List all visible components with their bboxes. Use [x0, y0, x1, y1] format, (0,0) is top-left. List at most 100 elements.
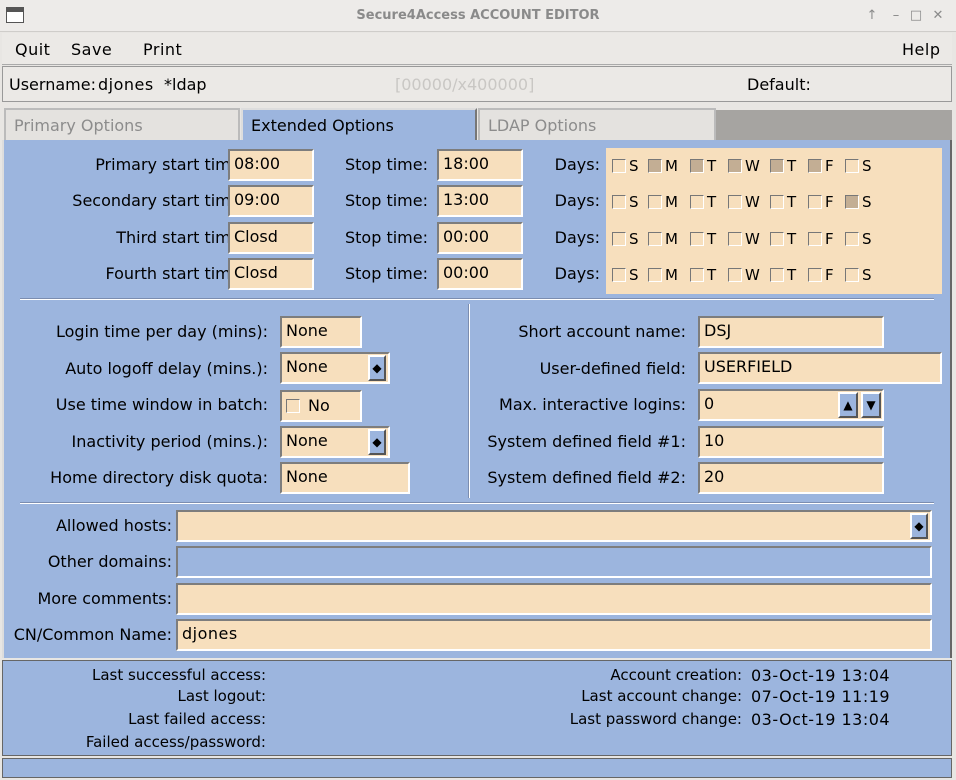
day-checkbox[interactable] [648, 195, 662, 209]
day-checkbox[interactable] [690, 232, 704, 246]
login-time-label: Login time per day (mins): [55, 322, 268, 341]
day-letter: F [825, 193, 834, 211]
start-time-field[interactable]: Closd [228, 258, 314, 290]
day-toggle[interactable]: S [845, 266, 872, 284]
day-checkbox[interactable] [612, 232, 626, 246]
day-toggle[interactable]: S [845, 193, 872, 211]
day-toggle[interactable]: W [728, 230, 760, 248]
day-toggle[interactable]: T [690, 266, 716, 284]
day-toggle[interactable]: S [612, 266, 639, 284]
day-toggle[interactable]: S [845, 230, 872, 248]
day-toggle[interactable]: T [770, 193, 796, 211]
day-letter: S [862, 230, 872, 248]
day-checkbox[interactable] [690, 159, 704, 173]
time-window-toggle[interactable]: No [280, 390, 362, 422]
day-checkbox[interactable] [770, 268, 784, 282]
tab-primary-options[interactable]: Primary Options [4, 108, 240, 140]
day-checkbox[interactable] [845, 195, 859, 209]
quota-field[interactable]: None [280, 462, 410, 494]
day-toggle[interactable]: F [808, 230, 834, 248]
day-checkbox[interactable] [648, 268, 662, 282]
day-toggle[interactable]: M [648, 230, 678, 248]
cn-field[interactable]: djones [176, 619, 932, 651]
tab-ldap-options[interactable]: LDAP Options [478, 108, 716, 140]
day-checkbox[interactable] [648, 159, 662, 173]
sys2-field[interactable]: 20 [698, 462, 884, 494]
day-toggle[interactable]: T [770, 157, 796, 175]
close-icon[interactable]: ✕ [928, 6, 948, 26]
day-checkbox[interactable] [648, 232, 662, 246]
day-toggle[interactable]: S [612, 193, 639, 211]
allowed-hosts-field[interactable] [176, 510, 932, 542]
day-checkbox[interactable] [845, 268, 859, 282]
start-time-field[interactable]: 08:00 [228, 149, 314, 181]
day-toggle[interactable]: T [770, 266, 796, 284]
day-toggle[interactable]: F [808, 157, 834, 175]
menu-help[interactable]: Help [902, 40, 940, 59]
day-toggle[interactable]: W [728, 193, 760, 211]
day-toggle[interactable]: W [728, 266, 760, 284]
day-checkbox[interactable] [612, 268, 626, 282]
day-checkbox[interactable] [612, 159, 626, 173]
minimize-icon[interactable]: – [886, 6, 906, 26]
day-toggle[interactable]: M [648, 157, 678, 175]
day-toggle[interactable]: T [690, 193, 716, 211]
day-checkbox[interactable] [770, 195, 784, 209]
day-checkbox[interactable] [808, 232, 822, 246]
user-defined-field[interactable]: USERFIELD [698, 352, 942, 384]
user-field-label: User-defined field: [539, 359, 686, 378]
username-row: Username: djones *ldap [00000/x400000] D… [2, 66, 952, 102]
stop-time-field[interactable]: 00:00 [437, 258, 523, 290]
day-letter: W [745, 266, 760, 284]
stop-time-field[interactable]: 13:00 [437, 185, 523, 217]
day-checkbox[interactable] [808, 268, 822, 282]
day-checkbox[interactable] [612, 195, 626, 209]
comments-field[interactable] [176, 583, 932, 615]
day-toggle[interactable]: S [612, 230, 639, 248]
time-window-checkbox[interactable] [286, 399, 300, 413]
day-checkbox[interactable] [728, 195, 742, 209]
menu-print[interactable]: Print [143, 40, 182, 59]
day-checkbox[interactable] [728, 268, 742, 282]
day-checkbox[interactable] [808, 195, 822, 209]
short-name-field[interactable]: DSJ [698, 316, 884, 348]
day-checkbox[interactable] [770, 159, 784, 173]
menu-save[interactable]: Save [71, 40, 112, 59]
day-checkbox[interactable] [770, 232, 784, 246]
last-logout-label: Last logout: [177, 687, 267, 705]
day-checkbox[interactable] [690, 195, 704, 209]
sys1-field[interactable]: 10 [698, 426, 884, 458]
day-toggle[interactable]: W [728, 157, 760, 175]
day-toggle[interactable]: S [845, 157, 872, 175]
other-domains-field[interactable] [176, 546, 932, 578]
start-time-field[interactable]: 09:00 [228, 185, 314, 217]
day-toggle[interactable]: F [808, 266, 834, 284]
day-toggle[interactable]: M [648, 266, 678, 284]
maximize-icon[interactable]: □ [906, 6, 926, 26]
day-toggle[interactable]: T [690, 157, 716, 175]
keep-above-icon[interactable]: ↑ [862, 6, 882, 26]
auto-logoff-spin-icon[interactable]: ◆ [368, 355, 386, 381]
day-toggle[interactable]: M [648, 193, 678, 211]
day-checkbox[interactable] [728, 232, 742, 246]
menu-quit[interactable]: Quit [15, 40, 50, 59]
stop-time-label: Stop time: [345, 264, 428, 283]
day-checkbox[interactable] [808, 159, 822, 173]
day-checkbox[interactable] [690, 268, 704, 282]
start-time-field[interactable]: Closd [228, 222, 314, 254]
increment-icon[interactable]: ▲ [838, 392, 858, 418]
day-toggle[interactable]: S [612, 157, 639, 175]
tab-extended-options[interactable]: Extended Options [241, 108, 477, 140]
inactivity-spin-icon[interactable]: ◆ [368, 429, 386, 455]
day-checkbox[interactable] [728, 159, 742, 173]
day-toggle[interactable]: F [808, 193, 834, 211]
stop-time-field[interactable]: 00:00 [437, 222, 523, 254]
day-toggle[interactable]: T [690, 230, 716, 248]
login-time-field[interactable]: None [280, 316, 362, 348]
day-toggle[interactable]: T [770, 230, 796, 248]
day-checkbox[interactable] [845, 232, 859, 246]
day-checkbox[interactable] [845, 159, 859, 173]
decrement-icon[interactable]: ▼ [861, 392, 881, 418]
allowed-hosts-spin-icon[interactable]: ◆ [910, 513, 928, 539]
stop-time-field[interactable]: 18:00 [437, 149, 523, 181]
